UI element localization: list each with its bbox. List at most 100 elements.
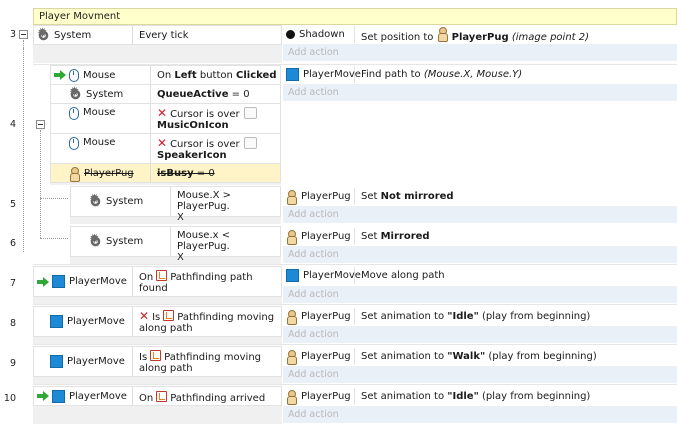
condition-row-disabled[interactable]: PlayerPug isBusy = 0 — [50, 163, 281, 183]
event-6[interactable]: System Mouse.x < PlayerPug. X PlayerPug … — [70, 226, 677, 264]
add-action-area[interactable] — [283, 206, 677, 223]
action-row[interactable]: PlayerPug Set animation to "Idle" (play … — [283, 308, 590, 325]
condition-row[interactable]: System QueueActive = 0 — [50, 84, 281, 104]
action-label: Set animation to — [361, 351, 448, 362]
condition-row[interactable]: System Mouse.X > PlayerPug. X — [70, 186, 281, 223]
event-4[interactable]: Mouse On Left button Clicked System Queu… — [50, 65, 677, 185]
action-text: Set position to PlayerPug (image point 2… — [355, 26, 589, 43]
condition-object[interactable]: PlayerPug — [51, 164, 151, 182]
add-action-link[interactable]: Add action — [288, 367, 339, 382]
condition-object[interactable]: PlayerMove — [34, 387, 133, 405]
action-row[interactable]: Shadown Set position to PlayerPug (image… — [283, 26, 589, 43]
action-object[interactable]: PlayerMove — [283, 66, 361, 83]
gear-icon — [69, 86, 82, 101]
add-action-area[interactable] — [283, 44, 677, 61]
action-text: Set animation to "Idle" (play from begin… — [355, 391, 590, 402]
action-args: (Mouse.X, Mouse.Y) — [423, 69, 523, 80]
add-action-area[interactable] — [283, 286, 677, 303]
collapse-toggle[interactable] — [36, 120, 45, 129]
pathfinding-behavior-icon — [286, 269, 299, 282]
event-8[interactable]: PlayerMove ✕ Is Pathfinding moving along p… — [33, 306, 677, 344]
condition-object[interactable]: System — [71, 187, 171, 216]
condition-object[interactable]: PlayerMove — [34, 307, 133, 336]
condition-panel: System Every tick — [33, 25, 282, 63]
condition-label: Mouse.X > PlayerPug. — [177, 190, 232, 212]
add-action-link[interactable]: Add action — [288, 407, 339, 422]
action-object[interactable]: PlayerPug — [283, 348, 355, 365]
condition-row[interactable]: System Every tick — [33, 25, 282, 45]
pug-icon — [286, 190, 297, 205]
action-object[interactable]: PlayerPug — [283, 388, 355, 405]
add-action-link[interactable]: Add action — [288, 247, 339, 262]
condition-object[interactable]: PlayerMove — [34, 347, 133, 376]
condition-row[interactable]: PlayerMove On Pathfinding path found — [33, 266, 282, 297]
condition-label: Pathfinding moving — [164, 352, 262, 363]
condition-object[interactable]: System — [51, 85, 151, 103]
add-action-area[interactable] — [283, 366, 677, 383]
action-target: PlayerPug — [451, 31, 509, 43]
action-row[interactable]: PlayerPug Set Not mirrored — [283, 188, 454, 205]
condition-object[interactable]: System — [34, 26, 133, 44]
collapse-toggle[interactable] — [19, 30, 28, 39]
condition-row[interactable]: PlayerMove ✕ Is Pathfinding moving along p… — [33, 306, 282, 337]
add-action-link[interactable]: Add action — [288, 45, 339, 60]
event-number: 4 — [9, 119, 16, 130]
action-row[interactable]: PlayerMove Find path to (Mouse.X, Mouse.… — [283, 66, 522, 83]
condition-bold: MusicOnIcon — [157, 120, 229, 131]
condition-row[interactable]: System Mouse.x < PlayerPug. X — [70, 226, 281, 263]
action-object[interactable]: PlayerPug — [283, 188, 355, 205]
action-object[interactable]: PlayerMove — [283, 267, 361, 284]
invert-x-icon: ✕ — [139, 309, 150, 323]
event-10[interactable]: PlayerMove On Pathfinding arrived PlayerP… — [33, 386, 677, 424]
event-3[interactable]: System Every tick Shadown Set position t… — [33, 25, 677, 63]
condition-row[interactable]: Mouse ✕ Cursor is over MusicOnIcon — [50, 103, 281, 134]
add-action-link[interactable]: Add action — [288, 327, 339, 342]
add-action-area[interactable] — [283, 246, 677, 263]
condition-row[interactable]: Mouse ✕ Cursor is over SpeakerIcon — [50, 133, 281, 164]
condition-row[interactable]: Mouse On Left button Clicked — [50, 65, 281, 85]
pug-icon — [286, 390, 297, 405]
condition-object[interactable]: PlayerMove — [34, 267, 133, 296]
action-text: Set Not mirrored — [355, 191, 454, 202]
condition-bold: Clicked — [236, 70, 277, 81]
condition-text: QueueActive = 0 — [151, 85, 250, 103]
condition-object[interactable]: Mouse — [51, 66, 151, 84]
add-action-link[interactable]: Add action — [288, 287, 339, 302]
condition-text: Every tick — [133, 26, 189, 44]
condition-object[interactable]: Mouse — [51, 104, 151, 133]
event-7[interactable]: PlayerMove On Pathfinding path found Play… — [33, 266, 677, 304]
mouse-icon — [69, 68, 79, 82]
add-action-area[interactable] — [283, 406, 677, 423]
trigger-arrow-icon — [37, 391, 49, 401]
condition-prefix: On — [157, 70, 175, 81]
condition-row[interactable]: PlayerMove Is Pathfinding moving along pa… — [33, 346, 282, 377]
invert-x-icon: ✕ — [157, 106, 168, 120]
action-object[interactable]: PlayerPug — [283, 308, 355, 325]
event-number: 7 — [9, 278, 16, 289]
condition-text: isBusy = 0 — [151, 164, 215, 182]
add-action-link[interactable]: Add action — [288, 207, 339, 222]
condition-label: along path — [139, 323, 193, 334]
action-row[interactable]: PlayerPug Set Mirrored — [283, 228, 430, 245]
add-action-area[interactable] — [283, 326, 677, 343]
event-9[interactable]: PlayerMove Is Pathfinding moving along pa… — [33, 346, 677, 384]
event-divider — [33, 384, 677, 385]
action-row[interactable]: PlayerPug Set animation to "Idle" (play … — [283, 388, 590, 405]
event-5[interactable]: System Mouse.X > PlayerPug. X PlayerPug … — [70, 186, 677, 224]
condition-object[interactable]: System — [71, 227, 171, 256]
action-row[interactable]: PlayerPug Set animation to "Walk" (play … — [283, 348, 597, 365]
event-number: 6 — [9, 238, 16, 249]
add-action-area[interactable] — [283, 84, 677, 101]
action-row[interactable]: PlayerMove Move along path — [283, 267, 445, 284]
add-action-link[interactable]: Add action — [288, 85, 339, 100]
event-number: 3 — [9, 29, 16, 40]
condition-row[interactable]: PlayerMove On Pathfinding arrived — [33, 386, 282, 406]
condition-object[interactable]: Mouse — [51, 134, 151, 163]
action-object[interactable]: Shadown — [283, 26, 355, 43]
trigger-arrow-icon — [54, 70, 66, 80]
condition-text: ✕ Cursor is over MusicOnIcon — [151, 104, 257, 131]
group-header[interactable]: Player Movment — [33, 8, 677, 25]
gear-icon — [89, 233, 102, 248]
action-object[interactable]: PlayerPug — [283, 228, 355, 245]
tree-line — [40, 238, 68, 239]
